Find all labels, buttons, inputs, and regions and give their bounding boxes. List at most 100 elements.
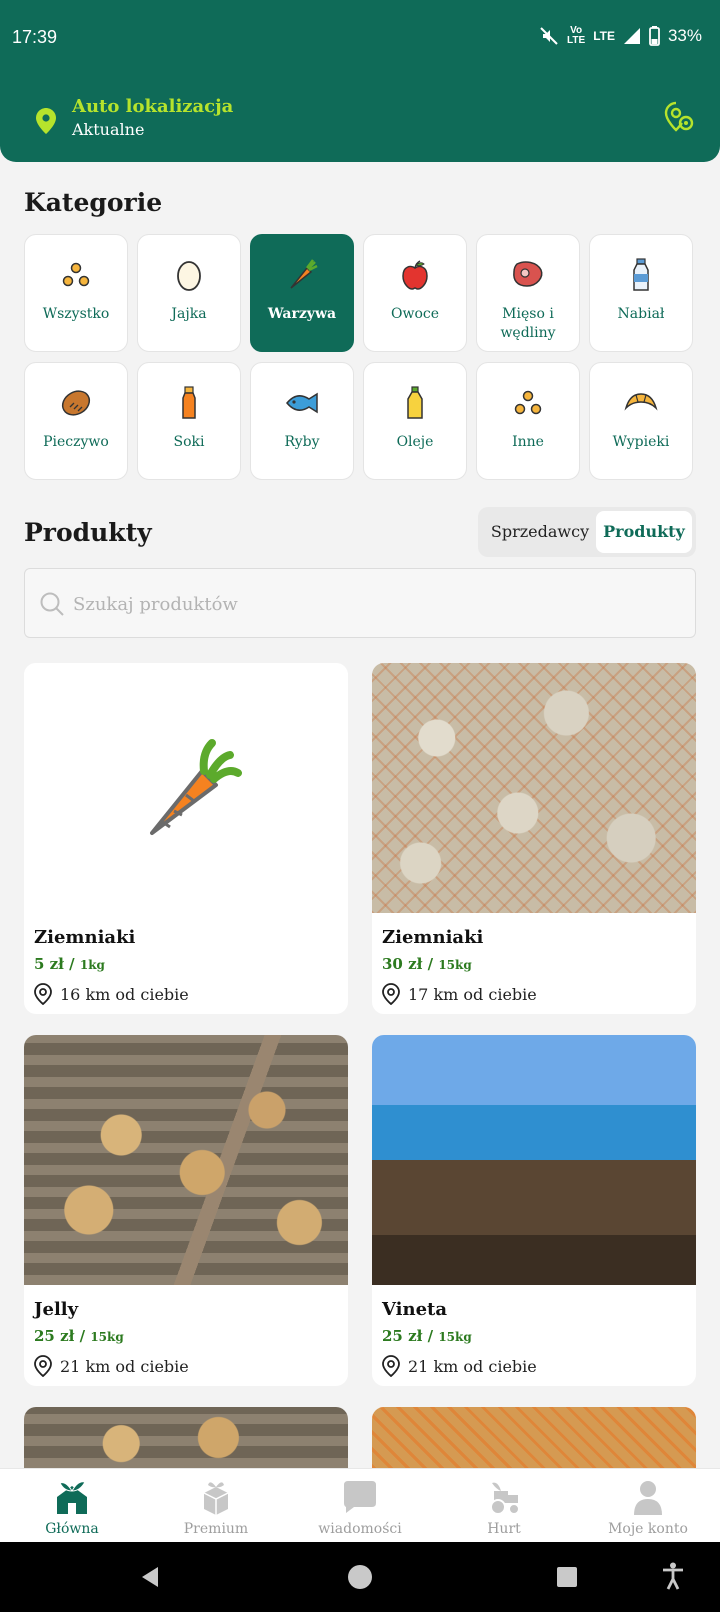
product-name: Ziemniaki [34, 927, 136, 948]
status-icons: Vo LTE LTE 33% [539, 26, 702, 46]
nav-label: wiadomości [318, 1521, 402, 1537]
category-label: Jajka [171, 306, 207, 322]
mute-icon [540, 27, 558, 45]
category-label: Wypieki [612, 434, 670, 450]
signal-icon [623, 28, 640, 44]
location-header: Auto lokalizacja Aktualne [0, 78, 720, 162]
category-label: Pieczywo [43, 434, 109, 450]
product-image [24, 1407, 348, 1468]
category-all[interactable]: Wszystko [24, 234, 128, 352]
category-dairy[interactable]: Nabiał [589, 234, 693, 352]
nav-messages[interactable]: wiadomości [288, 1469, 432, 1543]
view-toggle: Sprzedawcy Produkty [478, 507, 696, 557]
carrot-icon [150, 739, 242, 835]
location-title[interactable]: Auto lokalizacja [72, 96, 233, 117]
category-fish[interactable]: Ryby [250, 362, 354, 480]
category-label: Oleje [396, 434, 434, 450]
croissant-icon [624, 393, 658, 411]
product-image [24, 663, 348, 913]
product-distance: 21 km od ciebie [34, 1355, 189, 1377]
category-other[interactable]: Inne [476, 362, 580, 480]
search-box [24, 568, 696, 638]
product-price: 25 zł / 15kg [34, 1327, 124, 1345]
product-card[interactable]: Ziemniaki 5 zł / 1kg 16 km od ciebie [24, 663, 348, 1014]
user-icon [634, 1481, 662, 1515]
product-image [24, 1035, 348, 1285]
location-subtitle: Aktualne [72, 120, 145, 139]
bottom-navigation: Główna Premium wiadomości Hurt Moje kont… [0, 1468, 720, 1542]
nav-home[interactable]: Główna [0, 1469, 144, 1543]
home-icon [57, 1481, 87, 1514]
location-pin-icon [34, 1355, 52, 1377]
product-price: 5 zł / 1kg [34, 955, 105, 973]
category-label: Mięso i wędliny [500, 306, 556, 341]
recents-icon[interactable] [556, 1566, 578, 1588]
location-settings-icon[interactable] [662, 100, 696, 134]
tractor-icon [490, 1482, 520, 1515]
back-icon[interactable] [138, 1565, 162, 1589]
category-grid: Wszystko Jajka Warzywa Owoce Mięso i węd… [24, 234, 696, 484]
egg-icon [177, 261, 201, 291]
product-name: Vineta [382, 1299, 448, 1320]
search-icon [40, 592, 64, 616]
apple-icon [402, 260, 428, 290]
category-label: Ryby [284, 434, 320, 450]
category-juices[interactable]: Soki [137, 362, 241, 480]
product-image [372, 1407, 696, 1468]
status-time: 17:39 [12, 27, 58, 47]
nav-account[interactable]: Moje konto [576, 1469, 720, 1543]
category-oils[interactable]: Oleje [363, 362, 467, 480]
home-button-icon[interactable] [347, 1564, 373, 1590]
milk-bottle-icon [633, 258, 649, 291]
category-meat[interactable]: Mięso i wędliny [476, 234, 580, 352]
category-label: Owoce [390, 306, 439, 322]
product-distance: 16 km od ciebie [34, 983, 189, 1005]
lte-label: LTE [593, 29, 615, 43]
product-name: Ziemniaki [382, 927, 484, 948]
nav-premium[interactable]: Premium [144, 1469, 288, 1543]
product-price: 25 zł / 15kg [382, 1327, 472, 1345]
product-card[interactable] [24, 1407, 348, 1468]
products-title: Produkty [24, 518, 152, 547]
toggle-products[interactable]: Produkty [596, 511, 692, 553]
toggle-sellers[interactable]: Sprzedawcy [484, 511, 596, 553]
product-image [372, 663, 696, 913]
nav-wholesale[interactable]: Hurt [432, 1469, 576, 1543]
category-eggs[interactable]: Jajka [137, 234, 241, 352]
category-fruits[interactable]: Owoce [363, 234, 467, 352]
oil-icon [407, 386, 423, 419]
product-card[interactable]: Ziemniaki 30 zł / 15kg 17 km od ciebie [372, 663, 696, 1014]
location-pin-icon [34, 983, 52, 1005]
bread-icon [61, 390, 91, 416]
battery-level: 33% [667, 26, 702, 45]
product-price: 30 zł / 15kg [382, 955, 472, 973]
category-label: Wszystko [42, 306, 110, 322]
product-card[interactable]: Jelly 25 zł / 15kg 21 km od ciebie [24, 1035, 348, 1386]
search-input[interactable] [73, 587, 633, 621]
carrot-icon [290, 259, 318, 289]
category-pastries[interactable]: Wypieki [589, 362, 693, 480]
category-label: Inne [512, 434, 544, 450]
category-label: Warzywa [267, 306, 337, 322]
product-distance: 17 km od ciebie [382, 983, 537, 1005]
product-card[interactable] [372, 1407, 696, 1468]
category-vegetables[interactable]: Warzywa [250, 234, 354, 352]
battery-icon [649, 26, 660, 46]
chat-bubble-icon [344, 1481, 376, 1513]
category-label: Nabiał [617, 306, 665, 322]
nav-label: Premium [183, 1521, 249, 1537]
product-image [372, 1035, 696, 1285]
fish-icon [286, 392, 318, 414]
status-bar: 17:39 Vo LTE LTE 33% [0, 0, 720, 78]
volte-badge: Vo LTE [567, 25, 586, 46]
categories-title: Kategorie [24, 188, 163, 217]
category-bread[interactable]: Pieczywo [24, 362, 128, 480]
product-name: Jelly [34, 1299, 79, 1320]
meat-icon [513, 261, 543, 287]
category-label: Soki [173, 434, 205, 450]
system-navigation-bar [0, 1542, 720, 1612]
gift-box-icon [203, 1482, 229, 1515]
product-card[interactable]: Vineta 25 zł / 15kg 21 km od ciebie [372, 1035, 696, 1386]
dots-icon [62, 262, 90, 287]
accessibility-icon[interactable] [662, 1562, 684, 1590]
